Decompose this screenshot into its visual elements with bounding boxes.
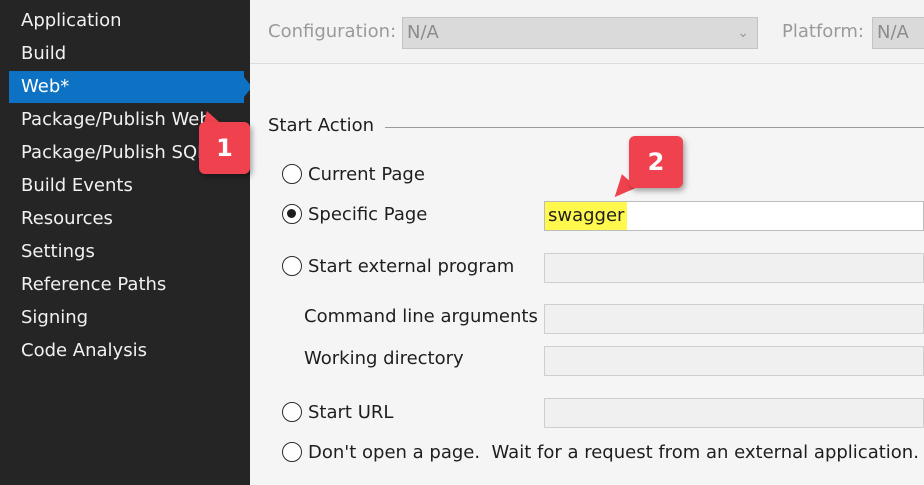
working-directory-label: Working directory [304,348,464,369]
sidebar-item-reference-paths[interactable]: Reference Paths [9,269,244,301]
start-url-radio[interactable] [282,402,302,422]
web-properties-panel: Start Action Current Page Specific Page … [250,65,924,485]
start-action-title: Start Action [268,115,375,136]
command-line-label: Command line arguments [304,306,538,327]
sidebar-item-web[interactable]: Web* [9,71,244,103]
start-url-label: Start URL [308,401,394,423]
external-program-option[interactable]: Start external program [282,253,514,279]
command-line-input[interactable] [544,304,924,334]
platform-select[interactable]: N/A [872,17,924,49]
platform-label: Platform: [782,21,864,42]
current-page-label: Current Page [308,163,425,185]
section-divider [385,127,924,128]
current-page-option[interactable]: Current Page [282,161,425,187]
sidebar-item-application[interactable]: Application [9,5,244,37]
working-directory-input[interactable] [544,346,924,376]
sidebar: Application Build Web* Package/Publish W… [0,0,250,485]
chevron-down-icon: ⌄ [737,25,749,41]
current-page-radio[interactable] [282,164,302,184]
platform-value: N/A [877,22,909,43]
sidebar-item-code-analysis[interactable]: Code Analysis [9,335,244,367]
dont-open-page-radio[interactable] [282,442,302,462]
callout-badge-1: 1 [199,122,250,174]
callout-badge-2: 2 [629,136,683,188]
configuration-bar: Configuration: N/A ⌄ Platform: N/A [250,0,924,64]
sidebar-item-signing[interactable]: Signing [9,302,244,334]
specific-page-value: swagger [545,202,628,230]
specific-page-label: Specific Page [308,203,428,225]
sidebar-item-resources[interactable]: Resources [9,203,244,235]
specific-page-input[interactable]: swagger [544,201,924,231]
external-program-radio[interactable] [282,256,302,276]
configuration-label: Configuration: [268,21,397,42]
specific-page-radio[interactable] [282,204,302,224]
sidebar-item-settings[interactable]: Settings [9,236,244,268]
external-program-input[interactable] [544,253,924,283]
specific-page-option[interactable]: Specific Page [282,201,427,227]
sidebar-item-build-events[interactable]: Build Events [9,170,244,202]
configuration-select[interactable]: N/A ⌄ [402,17,758,49]
external-program-label: Start external program [308,255,515,277]
dont-open-page-option[interactable]: Don't open a page. Wait for a request fr… [282,439,919,465]
start-url-input[interactable] [544,398,924,428]
dont-open-page-label: Don't open a page. Wait for a request fr… [308,441,919,463]
configuration-value: N/A [407,22,439,43]
sidebar-item-build[interactable]: Build [9,38,244,70]
start-url-option[interactable]: Start URL [282,399,393,425]
